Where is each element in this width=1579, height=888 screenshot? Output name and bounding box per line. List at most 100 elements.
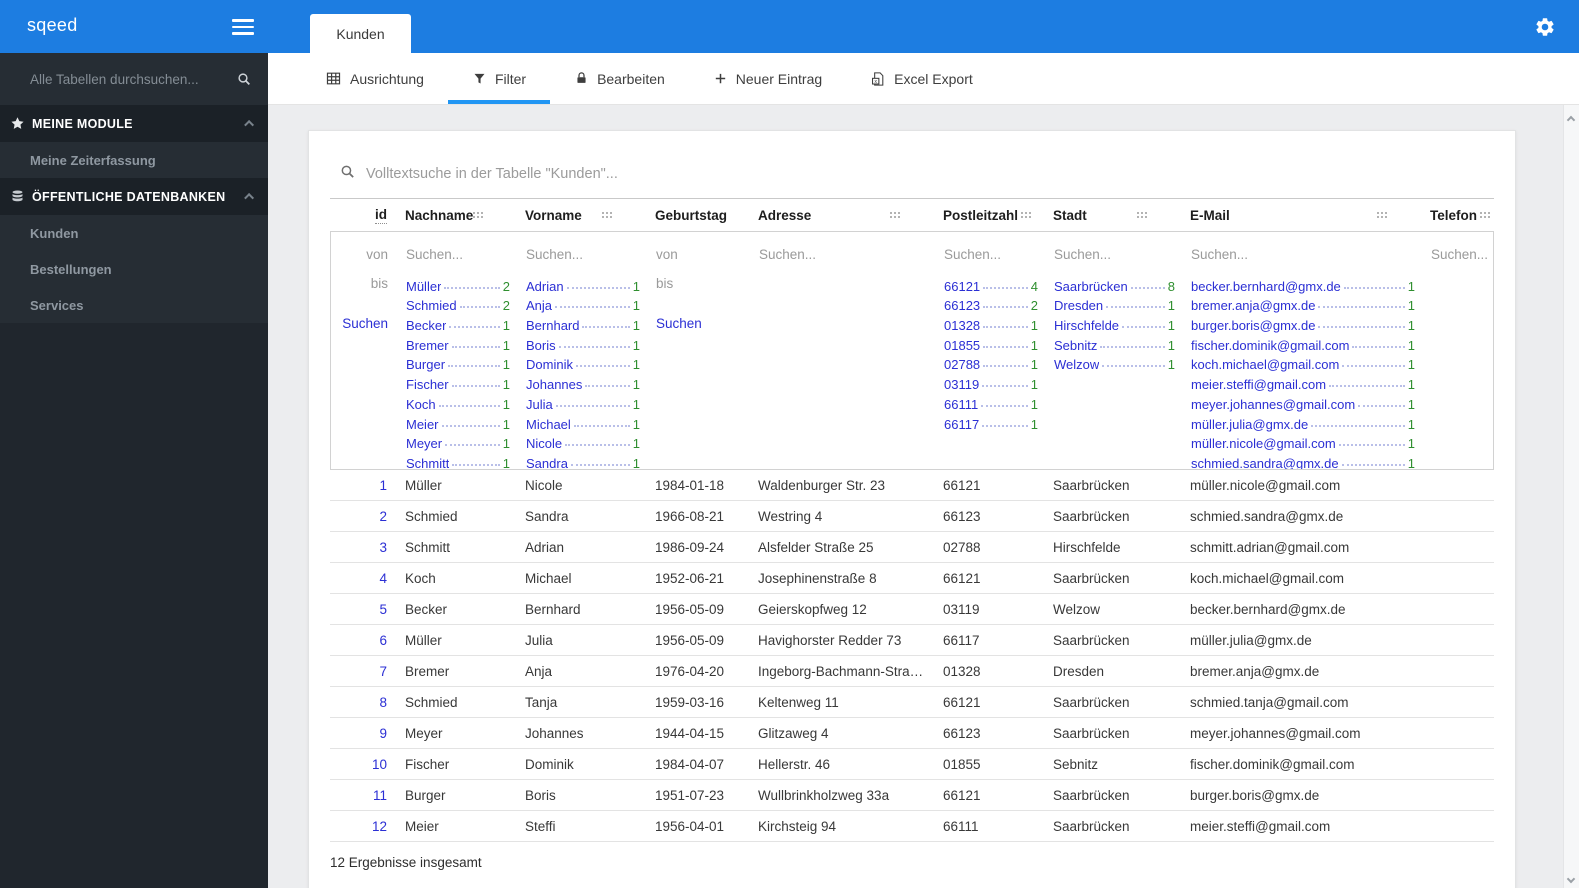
column-header-nachname[interactable]: Nachname [405,208,525,223]
facet-stadt[interactable]: Sebnitz 1 [1054,333,1175,353]
sidebar-item-services[interactable]: Services [0,287,268,323]
facet-vorname[interactable]: Johannes 1 [526,372,640,392]
facet-stadt[interactable]: Hirschfelde 1 [1054,313,1175,333]
column-resize-handle-icon[interactable] [1377,211,1388,219]
column-header-stadt[interactable]: Stadt [1053,208,1190,223]
facet-postleitzahl[interactable]: 01328 1 [944,313,1038,333]
excel-export-button[interactable]: x Excel Export [846,53,997,104]
facet-stadt[interactable]: Saarbrücken 8 [1054,274,1175,294]
facet-vorname[interactable]: Anja 1 [526,294,640,313]
sidebar-section-ffentliche-datenbanken[interactable]: ÖFFENTLICHE DATENBANKEN [0,178,268,215]
column-header-id[interactable]: id [330,207,405,224]
facet-vorname[interactable]: Dominik 1 [526,353,640,372]
sidebar-item-meine-zeiterfassung[interactable]: Meine Zeiterfassung [0,142,268,178]
ausrichtung-button[interactable]: Ausrichtung [301,53,448,104]
table-row[interactable]: 12 Meier Steffi 1956-04-01 Kirchsteig 94 6611… [330,811,1494,842]
column-resize-handle-icon[interactable] [473,211,484,219]
scroll-down-icon[interactable] [1566,874,1576,884]
sidebar-section-meine-module[interactable]: MEINE MODULE [0,105,268,142]
filter-bis-id[interactable]: bis [331,274,388,294]
filter-input-stadt[interactable]: Suchen... [1054,241,1191,267]
facet-email[interactable]: becker.bernhard@gmx.de 1 [1191,274,1415,294]
facet-vorname[interactable]: Sandra 1 [526,451,640,469]
cell-id[interactable]: 4 [330,571,405,586]
facet-email[interactable]: müller.julia@gmx.de 1 [1191,412,1415,432]
table-row[interactable]: 3 Schmitt Adrian 1986-09-24 Alsfelder Straße… [330,532,1494,563]
table-row[interactable]: 10 Fischer Dominik 1984-04-07 Hellerstr. 46 0… [330,749,1494,780]
cell-id[interactable]: 3 [330,540,405,555]
facet-email[interactable]: burger.boris@gmx.de 1 [1191,313,1415,333]
facet-email[interactable]: schmied.sandra@gmx.de 1 [1191,451,1415,469]
facet-postleitzahl[interactable]: 03119 1 [944,372,1038,392]
filter-input-email[interactable]: Suchen... [1191,241,1431,267]
cell-id[interactable]: 2 [330,509,405,524]
sidebar-item-bestellungen[interactable]: Bestellungen [0,251,268,287]
cell-id[interactable]: 9 [330,726,405,741]
facet-email[interactable]: müller.nicole@gmail.com 1 [1191,432,1415,451]
filter-input-nachname[interactable]: Suchen... [406,241,526,267]
filter-input-geburtstag[interactable]: von [656,241,759,267]
facet-stadt[interactable]: Welzow 1 [1054,353,1175,372]
facet-nachname[interactable]: Burger 1 [406,353,510,372]
column-resize-handle-icon[interactable] [602,211,613,219]
scroll-up-icon[interactable] [1566,115,1576,125]
facet-vorname[interactable]: Boris 1 [526,333,640,353]
filter-suchen-link-id[interactable]: Suchen [331,313,388,333]
cell-id[interactable]: 7 [330,664,405,679]
filter-input-id[interactable]: von [331,241,406,267]
facet-nachname[interactable]: Meyer 1 [406,432,510,451]
facet-postleitzahl[interactable]: 01855 1 [944,333,1038,353]
table-row[interactable]: 4 Koch Michael 1952-06-21 Josephinenstraße 8… [330,563,1494,594]
vertical-scrollbar[interactable] [1563,105,1579,888]
column-resize-handle-icon[interactable] [1021,211,1032,219]
filter-input-telefon[interactable]: Suchen... [1431,241,1493,267]
search-icon[interactable] [236,71,252,87]
facet-vorname[interactable]: Nicole 1 [526,432,640,451]
column-header-telefon[interactable]: Telefon [1430,208,1494,223]
cell-id[interactable]: 11 [330,788,405,803]
cell-id[interactable]: 5 [330,602,405,617]
facet-nachname[interactable]: Fischer 1 [406,372,510,392]
table-row[interactable]: 11 Burger Boris 1951-07-23 Wullbrinkholzweg … [330,780,1494,811]
sidebar-item-kunden[interactable]: Kunden [0,215,268,251]
filter-suchen-link-geburtstag[interactable]: Suchen [656,313,743,333]
fulltext-search-input[interactable] [366,166,1494,182]
bearbeiten-button[interactable]: Bearbeiten [550,53,689,104]
column-header-postleitzahl[interactable]: Postleitzahl [943,208,1053,223]
filter-bis-geburtstag[interactable]: bis [656,274,743,294]
facet-nachname[interactable]: Becker 1 [406,313,510,333]
column-resize-handle-icon[interactable] [1480,211,1491,219]
column-resize-handle-icon[interactable] [1137,211,1148,219]
table-row[interactable]: 2 Schmied Sandra 1966-08-21 Westring 4 66123 S… [330,501,1494,532]
table-row[interactable]: 5 Becker Bernhard 1956-05-09 Geierskopfweg 1… [330,594,1494,625]
hamburger-menu-icon[interactable] [232,19,254,35]
settings-gear-icon[interactable] [1534,16,1556,38]
facet-nachname[interactable]: Meier 1 [406,412,510,432]
cell-id[interactable]: 1 [330,478,405,493]
facet-nachname[interactable]: Schmied 2 [406,294,510,313]
table-row[interactable]: 8 Schmied Tanja 1959-03-16 Keltenweg 11 66121… [330,687,1494,718]
cell-id[interactable]: 8 [330,695,405,710]
column-header-email[interactable]: E-Mail [1190,208,1430,223]
table-row[interactable]: 7 Bremer Anja 1976-04-20 Ingeborg-Bachmann-S… [330,656,1494,687]
column-header-vorname[interactable]: Vorname [525,208,655,223]
cell-id[interactable]: 6 [330,633,405,648]
facet-vorname[interactable]: Bernhard 1 [526,313,640,333]
column-header-geburtstag[interactable]: Geburtstag [655,208,758,223]
facet-vorname[interactable]: Julia 1 [526,392,640,412]
sidebar-search-input[interactable] [30,71,228,87]
facet-postleitzahl[interactable]: 66111 1 [944,392,1038,412]
facet-nachname[interactable]: Schmitt 1 [406,451,510,469]
facet-email[interactable]: meyer.johannes@gmail.com 1 [1191,392,1415,412]
facet-nachname[interactable]: Bremer 1 [406,333,510,353]
filter-input-postleitzahl[interactable]: Suchen... [944,241,1054,267]
table-row[interactable]: 1 Müller Nicole 1984-01-18 Waldenburger Str.… [330,470,1494,501]
facet-vorname[interactable]: Adrian 1 [526,274,640,294]
facet-email[interactable]: koch.michael@gmail.com 1 [1191,353,1415,372]
column-resize-handle-icon[interactable] [890,211,901,219]
filter-button[interactable]: Filter [447,53,551,104]
facet-postleitzahl[interactable]: 66117 1 [944,412,1038,432]
facet-vorname[interactable]: Michael 1 [526,412,640,432]
facet-nachname[interactable]: Koch 1 [406,392,510,412]
facet-postleitzahl[interactable]: 66121 4 [944,274,1038,294]
